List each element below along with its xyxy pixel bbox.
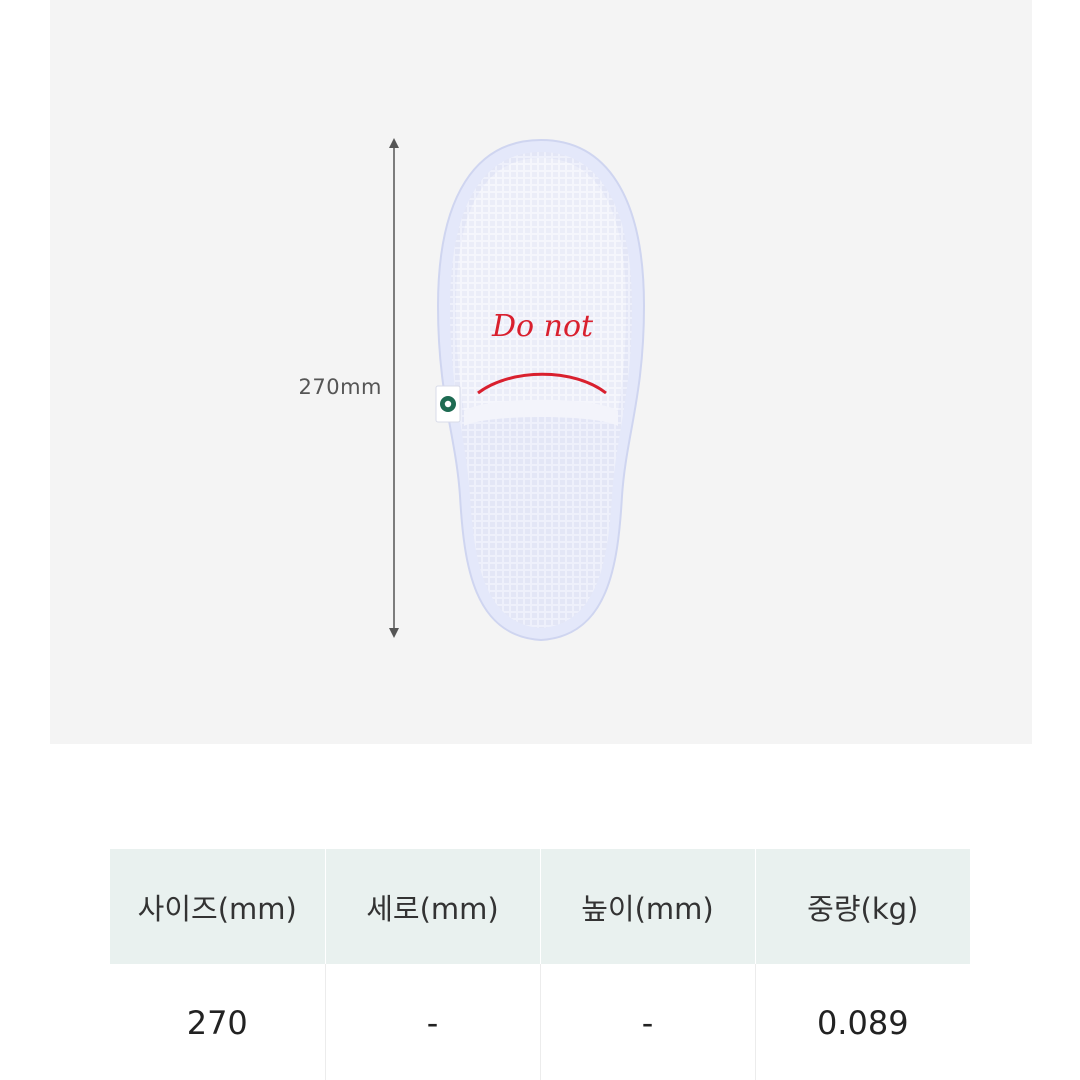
cell-size: 270 [110,964,326,1080]
cell-length: - [324,964,541,1080]
cell-height: - [539,964,756,1080]
embroidery-text: Do not [491,309,594,344]
product-detail-page: 270mm Do not 사이즈(mm) 세로(mm) 높이(mm) 중량(kg… [0,0,1080,1080]
length-dimension-label: 270mm [298,375,382,399]
header-height: 높이(mm) [539,849,756,964]
slipper-image: Do not [435,138,646,642]
table-row: 270 - - 0.089 [110,964,970,1080]
header-size: 사이즈(mm) [110,849,326,964]
length-dimension-arrow [389,138,399,638]
spec-table-header-row: 사이즈(mm) 세로(mm) 높이(mm) 중량(kg) [110,849,970,964]
header-length: 세로(mm) [324,849,541,964]
header-weight: 중량(kg) [754,849,970,964]
cell-weight: 0.089 [754,964,970,1080]
spec-table: 사이즈(mm) 세로(mm) 높이(mm) 중량(kg) 270 - - 0.0… [110,849,970,1080]
